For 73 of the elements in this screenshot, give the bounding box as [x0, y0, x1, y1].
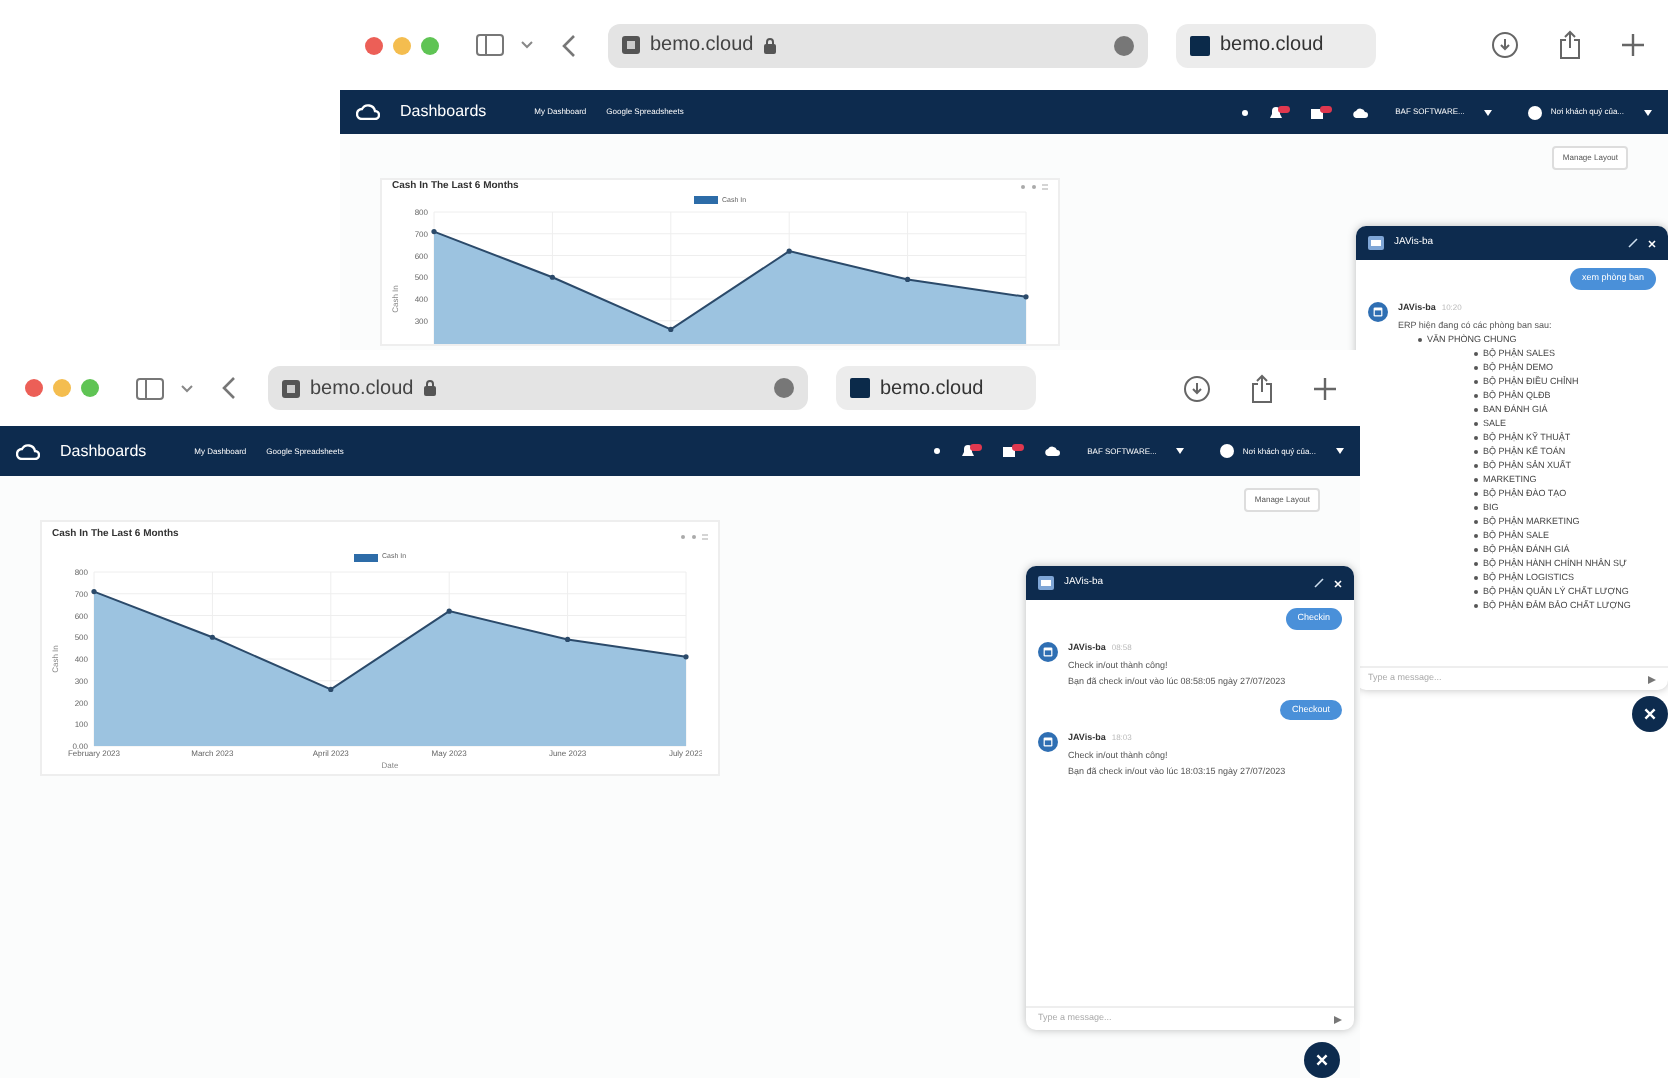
extension-icon[interactable] [774, 378, 794, 398]
caret-icon [1484, 109, 1493, 115]
data-point [905, 276, 911, 282]
data-point [683, 654, 689, 660]
window-controls[interactable] [364, 35, 444, 55]
chat-close-button[interactable] [1304, 1042, 1340, 1078]
address-text: bemo.cloud [310, 375, 414, 403]
sidebar-icon[interactable] [136, 377, 164, 399]
bot-avatar-icon [1368, 301, 1388, 322]
cloud-icon[interactable] [1043, 446, 1060, 456]
data-point [1023, 293, 1029, 299]
data-point [91, 589, 97, 595]
data-point [328, 686, 334, 693]
cloud-logo-icon[interactable] [356, 104, 380, 120]
cloud-logo-icon[interactable] [16, 443, 40, 459]
caret-icon [1644, 109, 1652, 115]
bot-icon [1368, 236, 1384, 250]
data-point [565, 636, 571, 643]
message-icon[interactable] [1001, 444, 1024, 458]
download-icon[interactable] [1492, 32, 1518, 58]
bell-icon[interactable] [959, 444, 982, 458]
close-icon[interactable] [1648, 239, 1656, 247]
avatar-icon[interactable] [1220, 444, 1235, 458]
site-icon [622, 36, 640, 54]
expand-icon[interactable] [1628, 238, 1638, 248]
back-icon[interactable] [562, 33, 576, 57]
legend-swatch [693, 196, 718, 205]
close-icon[interactable] [1334, 579, 1342, 587]
plus-icon[interactable] [1314, 377, 1336, 399]
avatar-icon[interactable] [1528, 105, 1543, 119]
bot-avatar-icon [1038, 732, 1058, 753]
plus-icon[interactable] [1622, 34, 1644, 56]
favicon-icon [1190, 35, 1210, 55]
bell-icon[interactable] [1267, 105, 1290, 119]
lock-icon [763, 37, 776, 53]
browser-tab[interactable]: bemo.cloud [836, 366, 1036, 410]
data-point [446, 608, 452, 614]
brand-link[interactable]: Dashboards [400, 100, 487, 124]
data-point [786, 248, 792, 254]
address-field[interactable]: bemo.cloud [608, 23, 1148, 67]
download-icon[interactable] [1184, 375, 1210, 401]
favicon-icon [850, 378, 870, 398]
expand-icon[interactable] [1314, 578, 1324, 588]
send-icon[interactable] [1334, 1015, 1342, 1023]
bot-avatar-icon [1038, 641, 1058, 662]
caret-icon [1176, 448, 1185, 454]
back-icon[interactable] [222, 376, 236, 400]
browser-tab[interactable]: bemo.cloud [1176, 23, 1376, 67]
send-icon[interactable] [1648, 675, 1656, 683]
address-text: bemo.cloud [650, 32, 754, 60]
bot-icon [1038, 576, 1054, 590]
data-point [668, 326, 674, 332]
site-icon [282, 379, 300, 397]
sidebar-icon[interactable] [476, 34, 504, 56]
cloud-icon[interactable] [1351, 107, 1368, 117]
address-field[interactable]: bemo.cloud [268, 366, 808, 410]
data-point [431, 228, 437, 234]
chat-close-button[interactable] [1632, 696, 1668, 732]
window-controls[interactable] [24, 378, 104, 398]
extension-icon[interactable] [1114, 35, 1134, 55]
brand-link[interactable]: Dashboards [60, 439, 147, 463]
close-icon [1316, 1054, 1328, 1066]
caret-icon [1336, 448, 1344, 454]
lock-icon [423, 380, 436, 396]
share-icon[interactable] [1250, 373, 1274, 403]
data-point [549, 274, 555, 280]
data-point [209, 634, 215, 640]
close-icon [1644, 708, 1656, 720]
chevron-down-icon[interactable] [180, 383, 194, 393]
message-icon[interactable] [1309, 105, 1332, 119]
chevron-down-icon[interactable] [520, 40, 534, 50]
share-icon[interactable] [1558, 30, 1582, 60]
legend-swatch [353, 554, 378, 562]
